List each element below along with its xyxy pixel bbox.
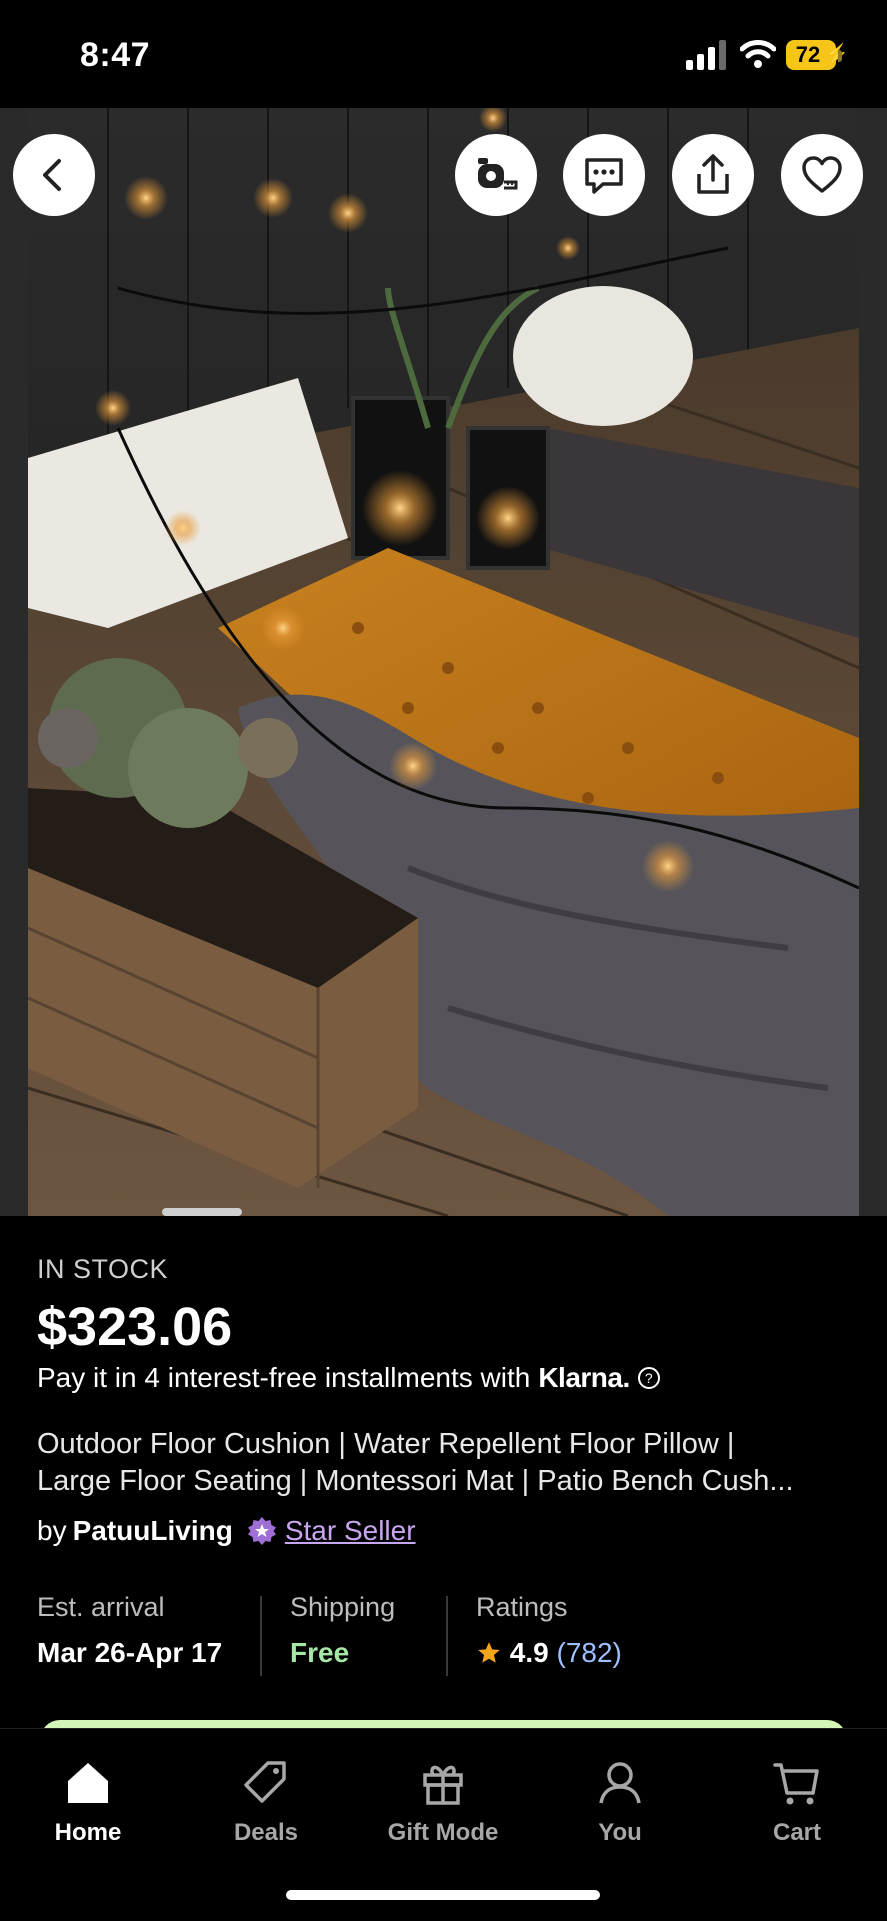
star-seller-link[interactable]: Star Seller <box>285 1515 416 1547</box>
person-icon <box>599 1762 641 1804</box>
help-icon[interactable]: ? <box>637 1367 660 1389</box>
tab-deals[interactable]: Deals <box>196 1739 336 1847</box>
home-indicator <box>286 1890 600 1900</box>
wifi-icon <box>740 40 776 68</box>
ratings[interactable]: Ratings 4.9 (782) <box>476 1592 622 1669</box>
divider <box>260 1596 262 1676</box>
est-arrival-label: Est. arrival <box>37 1592 165 1622</box>
ratings-label: Ratings <box>476 1592 568 1622</box>
back-button[interactable] <box>13 134 95 216</box>
tab-home[interactable]: Home <box>18 1739 158 1847</box>
tab-gift-mode-label: Gift Mode <box>387 1819 499 1846</box>
favorite-button[interactable] <box>781 134 863 216</box>
home-icon <box>68 1763 108 1803</box>
tab-home-label: Home <box>54 1819 122 1846</box>
tab-you-label: You <box>598 1819 642 1846</box>
tag-icon <box>244 1761 286 1803</box>
tab-deals-label: Deals <box>233 1819 299 1846</box>
shop-name-link[interactable]: PatuuLiving <box>73 1515 233 1547</box>
divider <box>446 1596 448 1676</box>
shipping-value: Free <box>290 1637 350 1668</box>
tab-you[interactable]: You <box>550 1739 690 1847</box>
battery-level: 72 <box>795 42 821 67</box>
chat-icon <box>585 158 623 194</box>
price: $323.06 <box>37 1297 233 1357</box>
product-title-line-2: Large Floor Seating | Montessori Mat | P… <box>37 1465 794 1497</box>
heart-icon <box>802 156 842 193</box>
gift-icon <box>423 1765 463 1805</box>
share-button[interactable] <box>672 134 754 216</box>
share-icon <box>697 154 729 194</box>
message-seller-button[interactable] <box>563 134 645 216</box>
klarna-installments[interactable]: Pay it in 4 interest-free installments w… <box>37 1362 660 1394</box>
status-bar: 8:47 72 ⚡ <box>0 0 887 108</box>
shipping[interactable]: Shipping Free <box>290 1592 395 1669</box>
est-arrival-value: Mar 26-Apr 17 <box>37 1637 223 1668</box>
klarna-logo: Klarna. <box>538 1362 630 1393</box>
chevron-left-icon <box>43 159 61 191</box>
by-label: by <box>37 1515 67 1546</box>
image-pager-indicator <box>162 1208 242 1216</box>
stock-status: IN STOCK <box>37 1254 169 1284</box>
tab-gift-mode[interactable]: Gift Mode <box>373 1739 513 1847</box>
klarna-text: Pay it in 4 interest-free installments w… <box>37 1362 531 1393</box>
cart-icon <box>773 1763 819 1805</box>
product-photo <box>28 108 859 1216</box>
tape-measure-icon <box>478 158 518 190</box>
star-seller-badge-icon <box>247 1517 276 1545</box>
measure-button[interactable] <box>455 134 537 216</box>
cellular-signal-icon <box>686 40 726 70</box>
est-arrival[interactable]: Est. arrival Mar 26-Apr 17 <box>37 1592 222 1669</box>
rating-score: 4.9 <box>509 1637 549 1668</box>
star-icon <box>478 1642 500 1663</box>
battery-icon: 72 ⚡ <box>786 40 849 72</box>
shipping-label: Shipping <box>290 1592 396 1622</box>
product-title[interactable]: Outdoor Floor Cushion | Water Repellent … <box>37 1426 857 1500</box>
tab-cart-label: Cart <box>772 1819 821 1846</box>
seller-row: by PatuuLiving Star Seller <box>37 1515 416 1547</box>
rating-count: (782) <box>556 1637 622 1668</box>
product-title-line-1: Outdoor Floor Cushion | Water Repellent … <box>37 1428 735 1460</box>
status-time: 8:47 <box>80 36 151 74</box>
ratings-value: 4.9 (782) <box>476 1637 622 1669</box>
tab-cart[interactable]: Cart <box>727 1739 867 1847</box>
delivery-stats: Est. arrival Mar 26-Apr 17 Shipping Free… <box>0 1592 887 1678</box>
product-image[interactable] <box>0 108 887 1216</box>
